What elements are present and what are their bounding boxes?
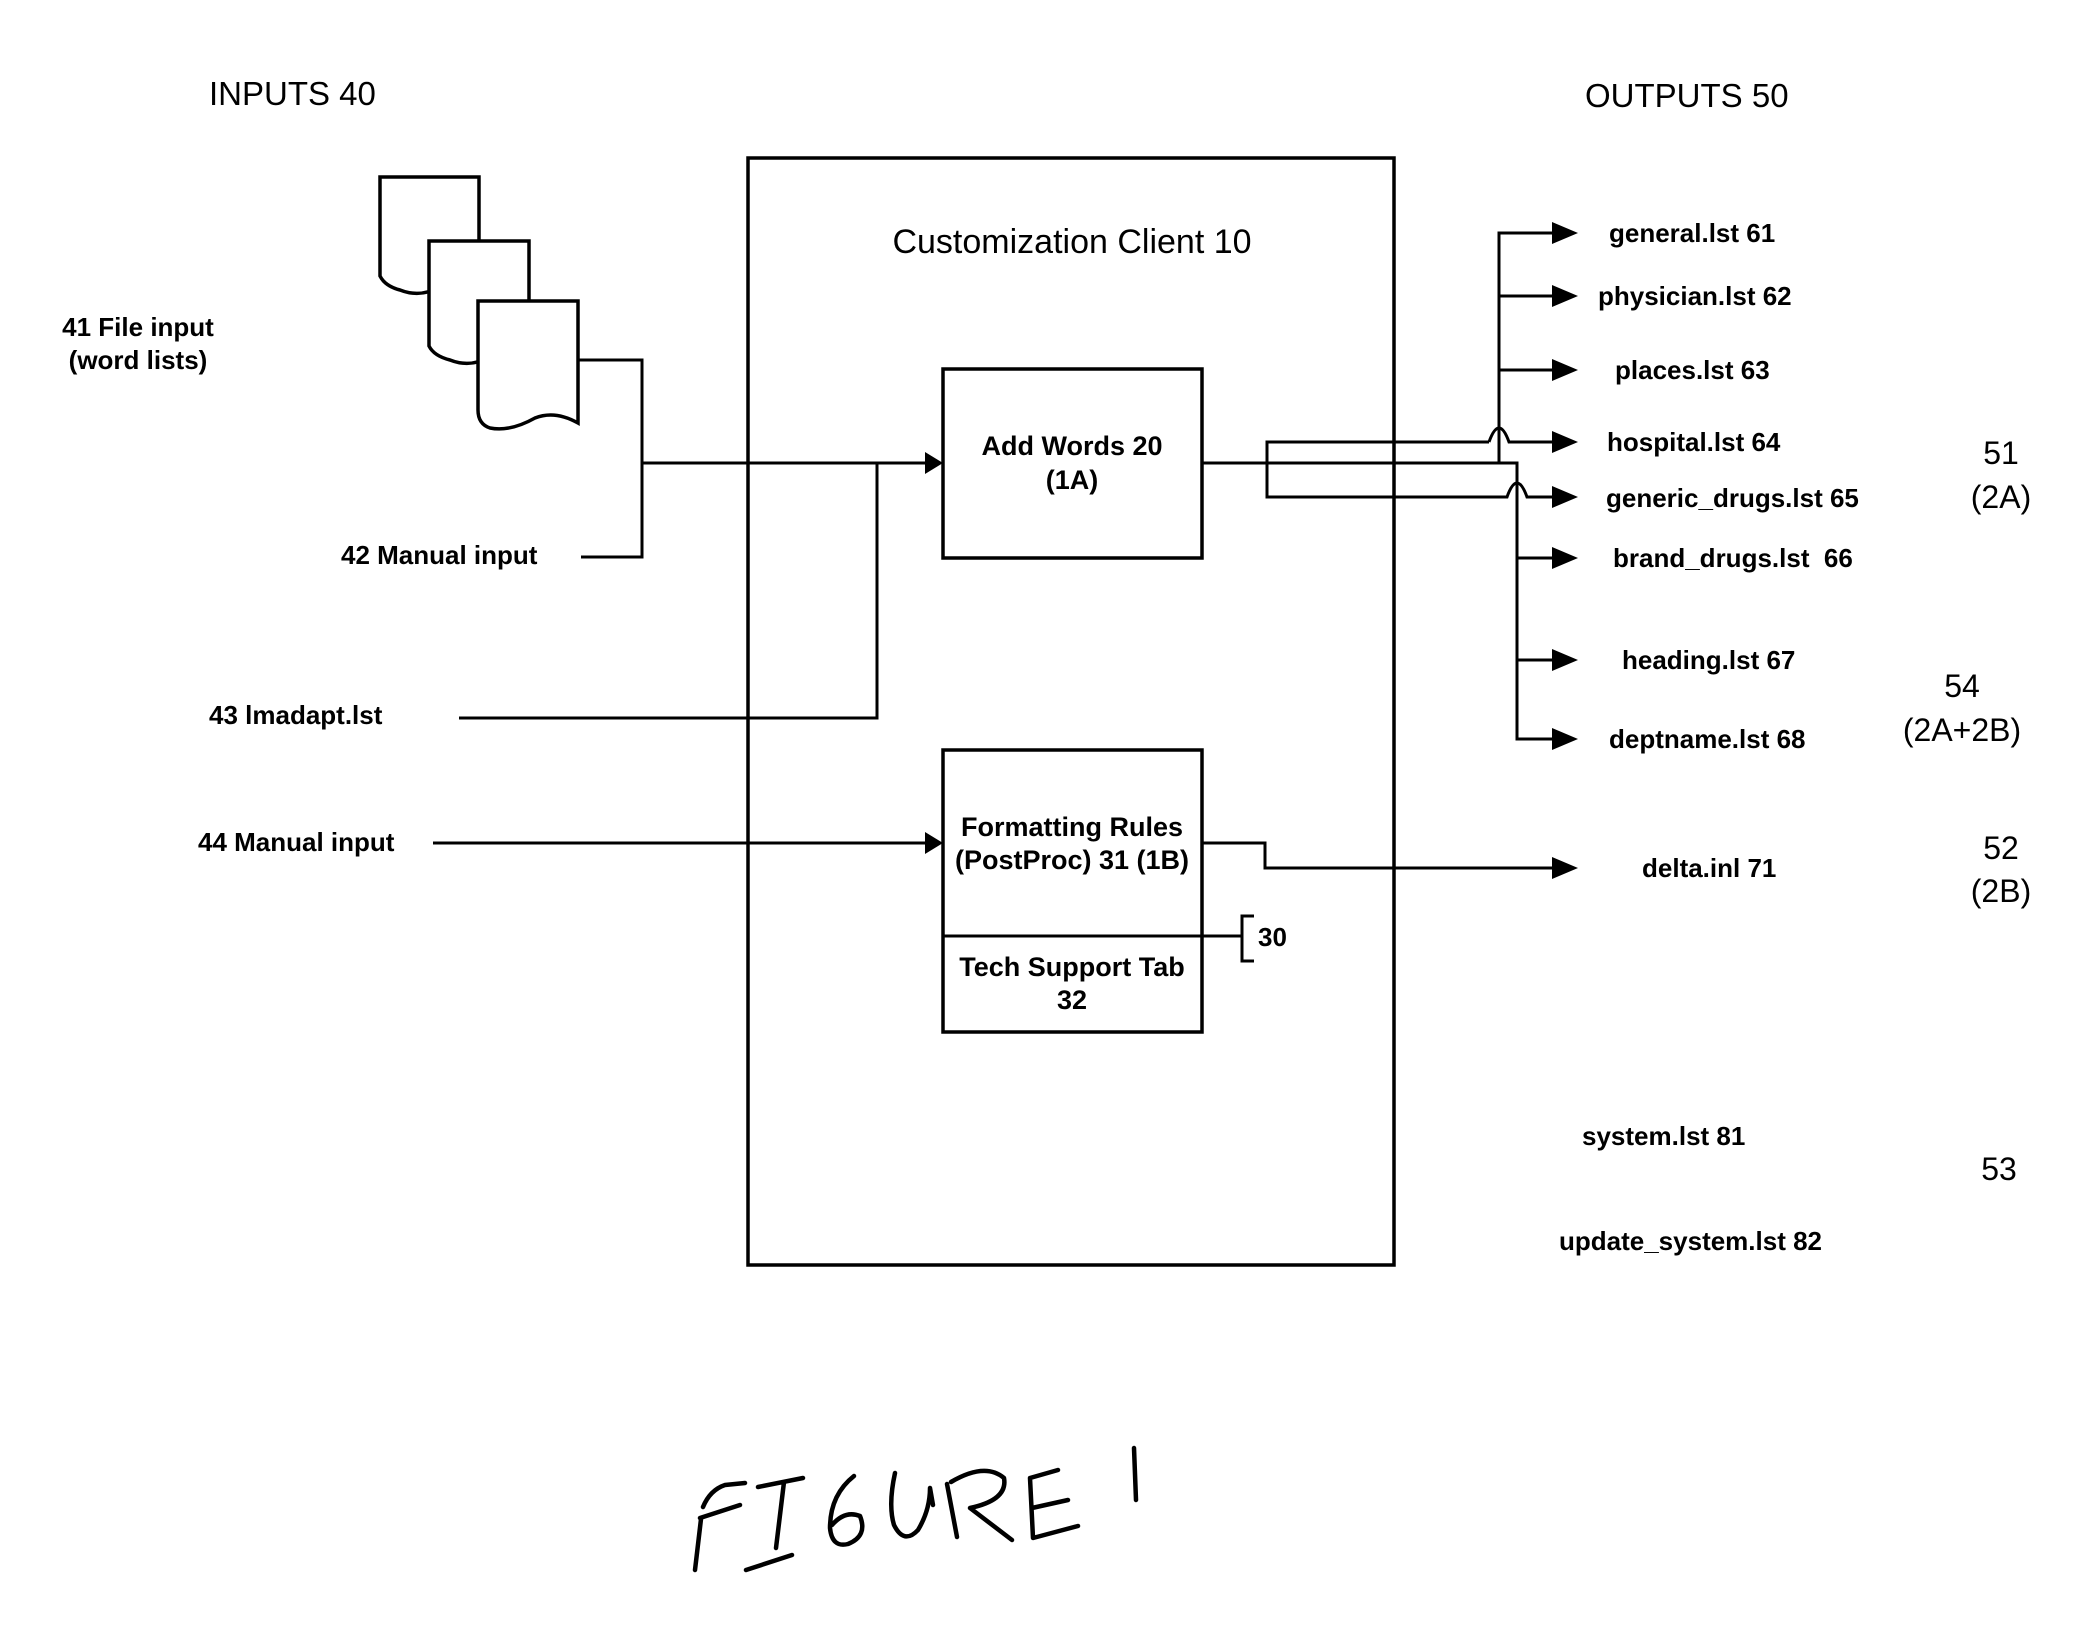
inputs-header: INPUTS 40 — [209, 75, 376, 112]
document-icon — [476, 299, 580, 431]
customization-client-title: Customization Client 10 — [892, 223, 1251, 261]
tech-support-tab-label: Tech Support Tab — [959, 952, 1185, 982]
output-file-general: general.lst 61 — [1609, 218, 1775, 248]
output-file-heading: heading.lst 67 — [1622, 645, 1795, 675]
group-54-code: (2A+2B) — [1903, 712, 2021, 748]
group-53-number: 53 — [1981, 1151, 2017, 1187]
manual-input-44-label: 44 Manual input — [198, 827, 395, 857]
caption-letter-e — [1027, 1467, 1081, 1541]
arrow-icon — [1552, 359, 1578, 381]
tech-support-tab-number: 32 — [1057, 985, 1087, 1015]
arrow-icon — [1552, 728, 1578, 750]
formatting-rules-block: Formatting Rules (PostProc) 31 (1B) Tech… — [941, 748, 1204, 1034]
add-words-box — [941, 367, 1204, 560]
group-51-code: (2A) — [1971, 479, 2031, 515]
arrow-icon — [1552, 547, 1578, 569]
file-to-manual-connector — [578, 358, 644, 559]
stacked-documents-icon — [378, 175, 580, 431]
caption-letter-i — [743, 1475, 806, 1573]
arrow-icon — [1552, 431, 1578, 453]
output-arrows — [1552, 222, 1578, 879]
caption-digit-1 — [1131, 1445, 1139, 1503]
group-52-number: 52 — [1983, 830, 2019, 866]
customization-client-diagram: INPUTS 40 OUTPUTS 50 Customization Clien… — [62, 75, 2031, 1573]
group-54-number: 54 — [1944, 668, 1980, 704]
group-52-code: (2B) — [1971, 873, 2031, 909]
output-file-generic-drugs: generic_drugs.lst 65 — [1606, 483, 1859, 513]
arrow-icon — [1552, 649, 1578, 671]
arrow-icon — [1552, 857, 1578, 879]
manual-input-42-label: 42 Manual input — [341, 540, 538, 570]
arrow-icon — [1552, 222, 1578, 244]
figure-caption: FIGURE 1 — [692, 1445, 1139, 1573]
output-file-system: system.lst 81 — [1582, 1121, 1745, 1151]
add-words-block: Add Words 20 (1A) — [941, 367, 1204, 560]
output-file-places: places.lst 63 — [1615, 355, 1770, 385]
lmadapt-label: 43 lmadapt.lst — [209, 700, 383, 730]
output-file-deptname: deptname.lst 68 — [1609, 724, 1806, 754]
group-51-number: 51 — [1983, 435, 2019, 471]
outputs-header: OUTPUTS 50 — [1585, 77, 1789, 114]
formatting-rules-code: (PostProc) 31 (1B) — [955, 845, 1189, 875]
output-bus-left — [1497, 231, 1552, 463]
output-file-hospital: hospital.lst 64 — [1607, 427, 1781, 457]
output-file-physician: physician.lst 62 — [1598, 281, 1792, 311]
add-words-label: Add Words 20 — [981, 431, 1162, 461]
output-file-update-system: update_system.lst 82 — [1559, 1226, 1822, 1256]
caption-letter-f — [692, 1480, 748, 1573]
output-file-brand-drugs: brand_drugs.lst 66 — [1613, 543, 1853, 573]
output-file-delta: delta.inl 71 — [1642, 853, 1776, 883]
file-input-label: 41 File input — [62, 312, 214, 342]
customization-client-box — [746, 156, 1396, 1267]
caption-letter-g — [827, 1473, 865, 1547]
bracket-30-label: 30 — [1258, 922, 1287, 952]
caption-letter-r — [944, 1468, 1015, 1543]
arrow-icon — [1552, 285, 1578, 307]
file-input-sublabel: (word lists) — [69, 345, 208, 375]
caption-letter-u — [889, 1470, 936, 1539]
formatting-rules-label: Formatting Rules — [961, 812, 1183, 842]
arrow-icon — [1552, 486, 1578, 508]
add-words-code: (1A) — [1046, 465, 1099, 495]
